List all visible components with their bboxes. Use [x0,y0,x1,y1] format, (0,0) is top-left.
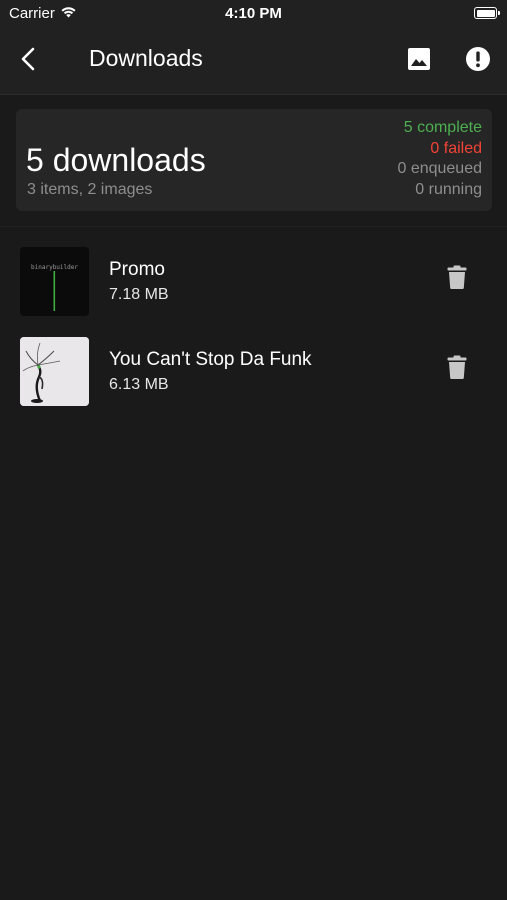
download-title: You Can't Stop Da Funk [109,349,312,370]
image-icon [407,47,431,76]
downloads-screen: Carrier 4:10 PM Downloads 5 downloads 3 … [0,0,507,900]
download-title: Promo [109,259,165,280]
download-status-stats: 5 complete 0 failed 0 enqueued 0 running [397,118,482,200]
enqueued-count: 0 enqueued [397,160,482,177]
images-button[interactable] [401,43,437,79]
download-size: 7.18 MB [109,286,169,303]
download-list-item[interactable]: You Can't Stop Da Funk 6.13 MB [0,327,507,409]
failed-count: 0 failed [430,139,482,157]
downloads-breakdown: 3 items, 2 images [27,181,153,198]
alerts-button[interactable] [460,43,496,79]
downloads-summary-card: 5 downloads 3 items, 2 images 5 complete… [16,109,492,211]
clock: 4:10 PM [225,5,282,22]
album-art-thumbnail: binarybuilder [20,247,89,316]
battery-icon [474,7,500,19]
status-bar: Carrier 4:10 PM [0,0,507,28]
downloads-count: 5 downloads [26,142,206,178]
page-title: Downloads [89,45,203,71]
alert-circle-icon [465,46,491,77]
running-count: 0 running [415,180,482,198]
trash-icon [447,265,467,294]
section-divider [0,226,507,227]
navigation-bar: Downloads [0,28,507,95]
delete-button[interactable] [440,352,474,386]
download-list-item[interactable]: binarybuilder Promo 7.18 MB [0,237,507,319]
thumb-logo-text: binarybuilder [31,264,78,271]
complete-count: 5 complete [403,119,482,136]
album-art-thumbnail [20,337,89,406]
trash-icon [447,355,467,384]
chevron-left-icon [21,47,35,76]
back-button[interactable] [10,43,46,79]
delete-button[interactable] [440,262,474,296]
download-size: 6.13 MB [109,376,169,393]
